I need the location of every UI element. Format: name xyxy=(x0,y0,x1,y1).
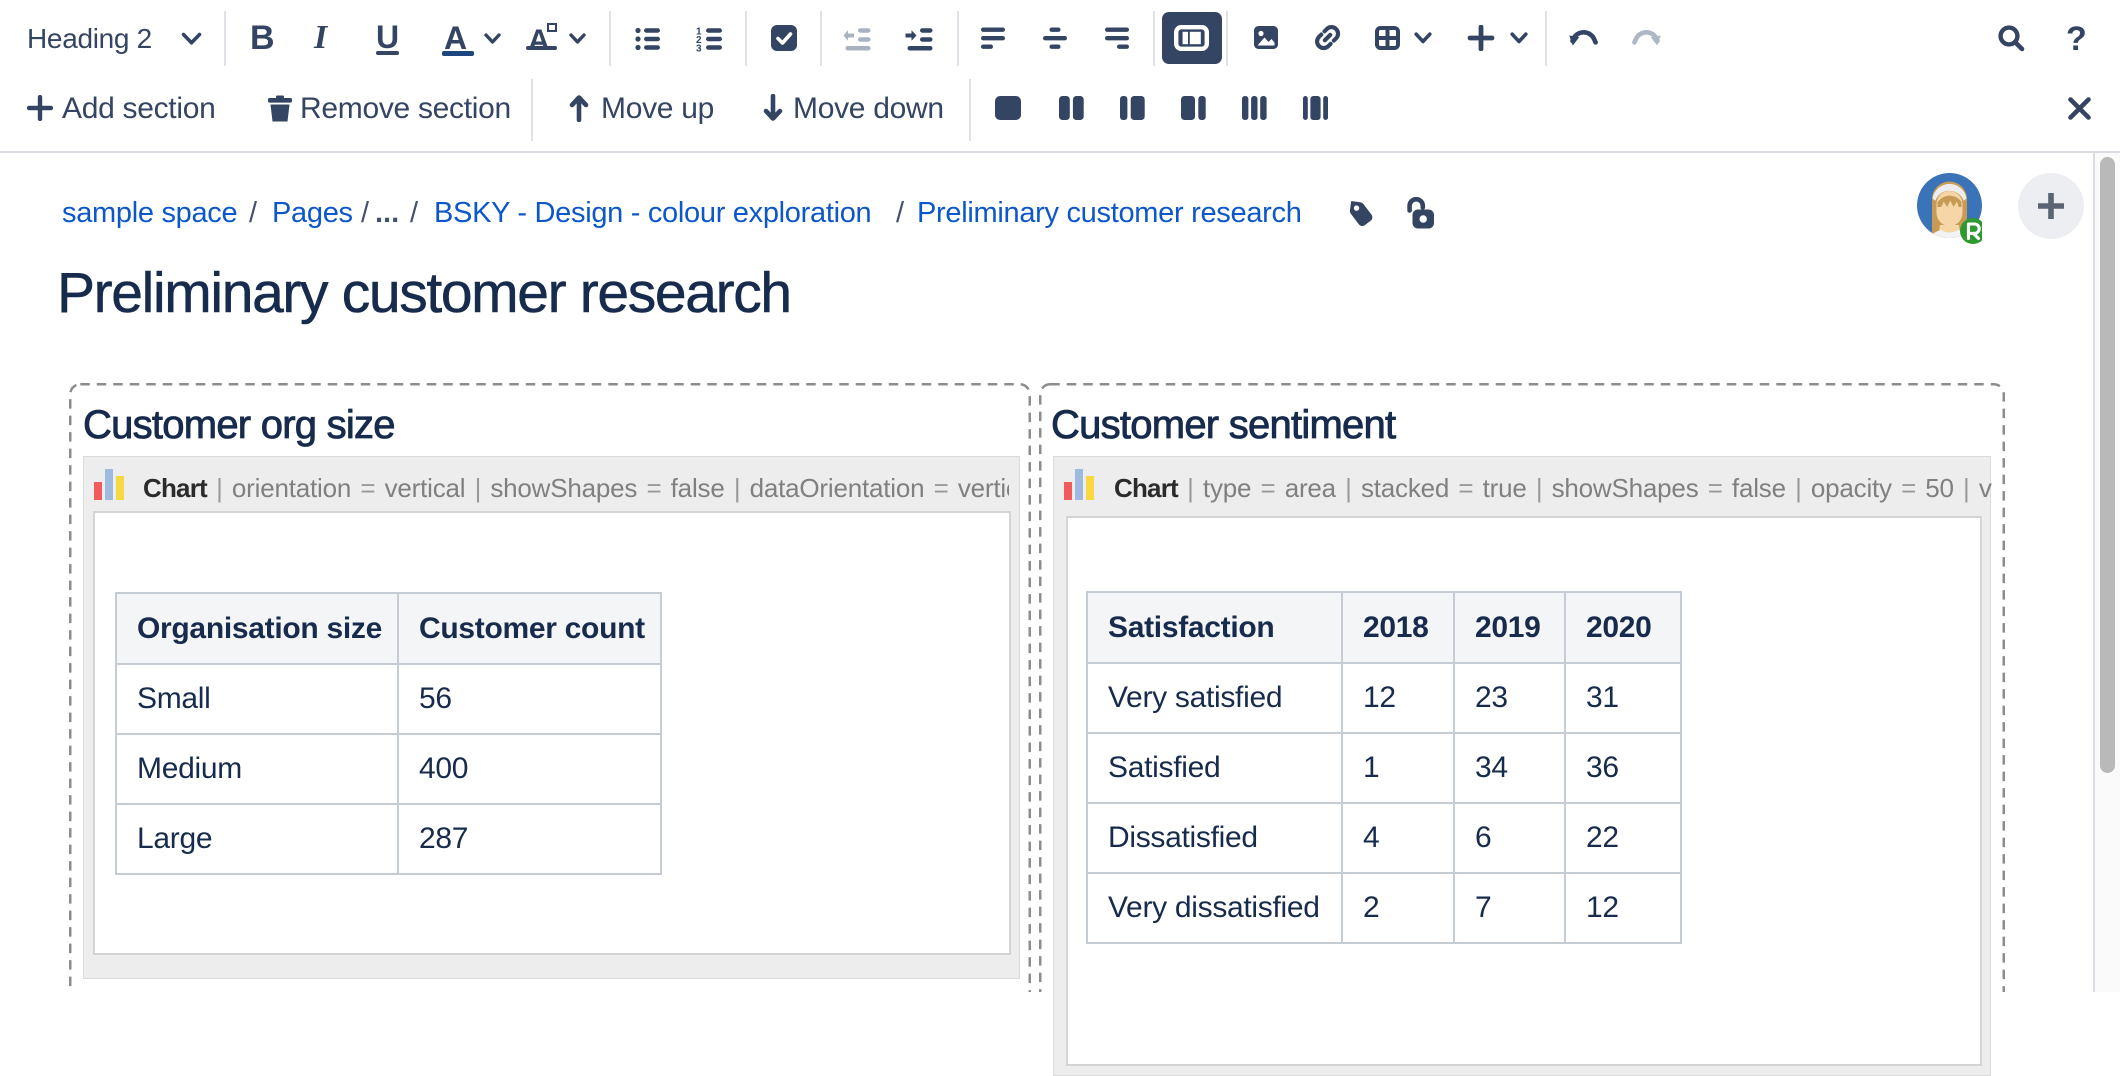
svg-text:3: 3 xyxy=(696,44,702,53)
